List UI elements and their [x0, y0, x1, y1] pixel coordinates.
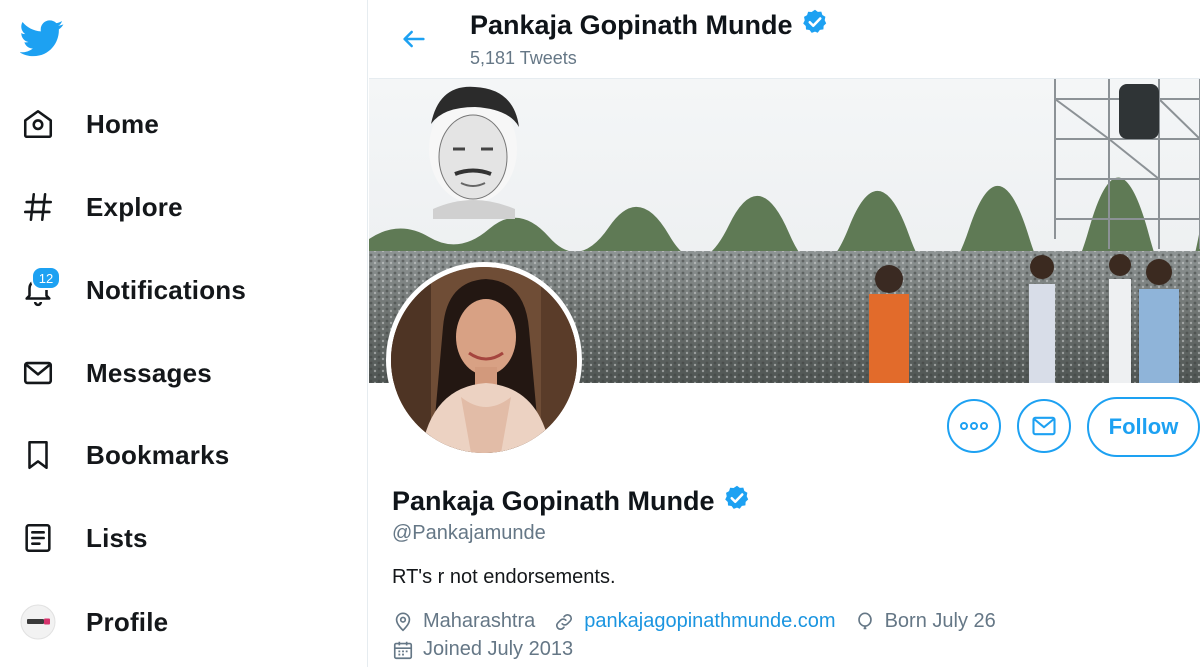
back-arrow-icon[interactable] — [397, 22, 431, 56]
home-icon — [20, 106, 56, 142]
sidebar-item-label: Profile — [86, 606, 169, 637]
verified-badge-icon — [801, 8, 829, 43]
profile-handle: @Pankajamunde — [392, 522, 546, 544]
profile-bio: RT's r not endorsements. — [392, 566, 616, 588]
sidebar-item-label: Messages — [86, 357, 212, 388]
sidebar-item-messages[interactable]: Messages — [20, 347, 212, 399]
sidebar-item-lists[interactable]: Lists — [20, 512, 148, 564]
profile-location: Maharashtra — [392, 610, 535, 633]
sidebar-item-explore[interactable]: Explore — [20, 181, 183, 233]
notification-count-badge: 12 — [31, 266, 61, 290]
sidebar-item-home[interactable]: Home — [20, 98, 159, 150]
envelope-icon — [1030, 412, 1058, 440]
joined-text: Joined July 2013 — [423, 638, 574, 660]
sidebar-item-label: Notifications — [86, 274, 247, 305]
profile-name: Pankaja Gopinath Munde — [392, 484, 751, 519]
location-pin-icon — [395, 611, 411, 631]
bookmark-icon — [20, 437, 56, 473]
location-text: Maharashtra — [423, 610, 536, 632]
tweet-count: 5,181 Tweets — [470, 48, 577, 68]
message-button[interactable] — [1017, 399, 1071, 453]
follow-button[interactable]: Follow — [1087, 397, 1200, 457]
profile-column: Pankaja Gopinath Munde 5,181 Tweets Foll… — [369, 0, 1200, 667]
calendar-icon — [393, 641, 413, 659]
header-name: Pankaja Gopinath Munde — [470, 10, 793, 40]
balloon-icon — [857, 611, 872, 629]
birthday-text: Born July 26 — [884, 610, 996, 632]
profile-header-bar: Pankaja Gopinath Munde 5,181 Tweets — [369, 0, 1200, 79]
website-link[interactable]: pankajagopinathmunde.com — [584, 610, 835, 633]
profile-birthday: Born July 26 — [854, 610, 996, 633]
sidebar-item-label: Bookmarks — [86, 439, 230, 470]
envelope-icon — [20, 355, 56, 391]
list-icon — [20, 520, 56, 556]
sidebar-item-notifications[interactable]: 12 Notifications — [20, 264, 246, 316]
profile-website: pankajagopinathmunde.com — [553, 610, 836, 633]
avatar-icon — [20, 604, 56, 640]
sidebar-item-label: Home — [86, 108, 160, 139]
more-options-button[interactable] — [947, 399, 1001, 453]
header-title: Pankaja Gopinath Munde — [470, 8, 829, 43]
more-dots-icon — [959, 421, 989, 431]
sidebar-item-bookmarks[interactable]: Bookmarks — [20, 429, 229, 481]
profile-display-name: Pankaja Gopinath Munde — [392, 486, 715, 516]
twitter-bird-icon[interactable] — [19, 16, 64, 60]
profile-joined-row: Joined July 2013 — [392, 638, 591, 661]
sidebar-item-label: Lists — [86, 522, 148, 553]
bell-icon: 12 — [20, 266, 61, 308]
link-icon — [556, 613, 573, 630]
sidebar-item-profile[interactable]: Profile — [20, 596, 168, 648]
profile-avatar[interactable] — [386, 262, 582, 458]
sidebar: Home Explore 12 Notifications Messages B… — [0, 0, 368, 667]
hashtag-icon — [20, 189, 56, 225]
profile-joined: Joined July 2013 — [392, 638, 573, 661]
sidebar-item-label: Explore — [86, 191, 183, 222]
profile-meta-row: Maharashtra pankajagopinathmunde.com Bor… — [392, 610, 1014, 633]
verified-badge-icon — [723, 484, 751, 519]
